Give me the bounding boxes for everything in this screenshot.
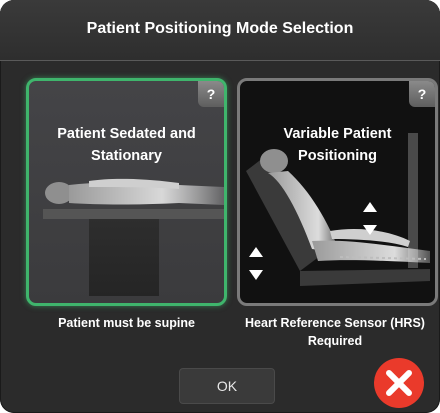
option-card-sedated-stationary[interactable]: Patient Sedated and Stationary ? xyxy=(26,78,227,306)
close-button[interactable] xyxy=(374,358,424,408)
question-mark-icon[interactable]: ? xyxy=(409,81,435,107)
dialog-title: Patient Positioning Mode Selection xyxy=(86,20,354,37)
question-mark-icon[interactable]: ? xyxy=(198,81,224,107)
dialog-header: Patient Positioning Mode Selection xyxy=(0,0,440,61)
ok-button[interactable]: OK xyxy=(179,368,275,404)
option-caption: Patient must be supine xyxy=(58,316,195,330)
option-caption: Heart Reference Sensor (HRS) Required xyxy=(245,316,425,348)
arrow-up-icon xyxy=(249,247,263,257)
arrow-up-icon xyxy=(363,202,377,212)
option-title: Variable Patient Positioning xyxy=(283,126,392,164)
close-x-icon xyxy=(386,370,412,396)
arrow-down-icon xyxy=(249,270,263,280)
reclined-patient-illustration xyxy=(246,133,430,286)
supine-patient-illustration xyxy=(43,178,224,296)
option-title: Patient Sedated and Stationary xyxy=(57,126,196,164)
option-card-variable-positioning[interactable]: Variable Patient Positioning ? xyxy=(237,78,438,306)
positioning-mode-dialog: Patient Positioning Mode Selection Patie… xyxy=(0,0,440,413)
